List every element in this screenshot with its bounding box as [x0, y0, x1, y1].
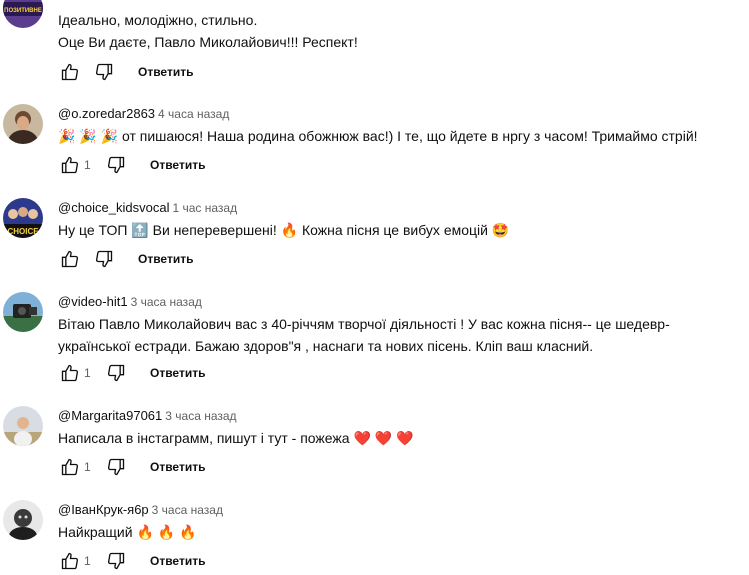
avatar[interactable]	[3, 104, 43, 144]
avatar[interactable]: ПОЗИТИВНЕ	[3, 0, 43, 28]
heart-icon: ❤️	[374, 431, 393, 447]
avatar-text: ПОЗИТИВНЕ	[4, 8, 42, 14]
comment-line: Оце Ви даєте, Павло Миколайович!!! Респе…	[58, 34, 358, 50]
fire-icon: 🔥	[280, 223, 299, 239]
comment-body: Ну це ТОП	[58, 222, 128, 238]
comment-text: Ідеально, молодіжно, стильно. Оце Ви дає…	[58, 9, 358, 53]
comment-actions: 1 Ответить	[58, 361, 205, 385]
comment-text: Найкращий 🔥 🔥 🔥	[58, 521, 197, 544]
reply-button[interactable]: Ответить	[150, 554, 205, 568]
reply-button[interactable]: Ответить	[138, 65, 193, 79]
reply-button[interactable]: Ответить	[150, 366, 205, 380]
author-name[interactable]: @Margarita97061	[58, 408, 162, 423]
avatar[interactable]	[3, 406, 43, 446]
comment-body: Найкращий	[58, 524, 133, 540]
comment-line: української естради. Бажаю здоров"я , на…	[58, 338, 594, 354]
fire-icon: 🔥	[136, 525, 154, 541]
comment-meta: @video-hit1 3 часа назад	[58, 294, 202, 309]
party-icon: 🎉	[79, 129, 97, 145]
fire-icon: 🔥	[157, 525, 176, 541]
reply-button[interactable]: Ответить	[150, 460, 205, 474]
comment-meta: @ІванКрук-я6р 3 часа назад	[58, 502, 223, 517]
timestamp[interactable]: 1 час назад	[172, 201, 237, 215]
comment-text: 🎉 🎉 🎉 от пишаюся! Наша родина обожнюж ва…	[58, 125, 698, 148]
avatar[interactable]: CHOICE	[3, 198, 43, 238]
comment-body: Ви неперевершені!	[152, 222, 277, 238]
comment-body: Кожна пісня це вибух емоцій	[301, 222, 488, 238]
reply-button[interactable]: Ответить	[150, 158, 205, 172]
top-icon: 🔝	[131, 223, 149, 239]
thumbs-up-icon[interactable]	[58, 60, 82, 84]
thumbs-down-icon[interactable]	[92, 247, 116, 271]
comment-meta: @choice_kidsvocal 1 час назад	[58, 200, 237, 215]
heart-icon: ❤️	[396, 431, 414, 447]
like-count: 1	[84, 158, 91, 172]
party-icon: 🎉	[100, 129, 119, 145]
thumbs-down-icon[interactable]	[104, 549, 128, 573]
thumbs-down-icon[interactable]	[104, 361, 128, 385]
fire-icon: 🔥	[179, 525, 197, 541]
comment-line: Ідеально, молодіжно, стильно.	[58, 12, 258, 28]
thumbs-down-icon[interactable]	[92, 60, 116, 84]
avatar-text: CHOICE	[7, 227, 39, 236]
timestamp[interactable]: 3 часа назад	[131, 295, 202, 309]
comment-actions: 1 Ответить	[58, 455, 205, 479]
comment-body: от пишаюся! Наша родина обожнюж вас!) І …	[121, 128, 698, 144]
like-count: 1	[84, 554, 91, 568]
thumbs-up-icon[interactable]	[58, 549, 82, 573]
heart-icon: ❤️	[353, 431, 371, 447]
comment-text: Написала в інстаграмм, пишут і тут - пож…	[58, 427, 414, 450]
thumbs-down-icon[interactable]	[104, 455, 128, 479]
reply-button[interactable]: Ответить	[138, 252, 193, 266]
thumbs-down-icon[interactable]	[104, 153, 128, 177]
comment-actions: Ответить	[58, 60, 193, 84]
party-icon: 🎉	[58, 129, 76, 145]
comment-actions: Ответить	[58, 247, 193, 271]
comment-line: Вітаю Павло Миколайович вас з 40-річчям …	[58, 316, 670, 332]
timestamp[interactable]: 3 часа назад	[165, 409, 236, 423]
timestamp[interactable]: 3 часа назад	[152, 503, 223, 517]
thumbs-up-icon[interactable]	[58, 153, 82, 177]
like-count: 1	[84, 460, 91, 474]
thumbs-up-icon[interactable]	[58, 455, 82, 479]
author-name[interactable]: @video-hit1	[58, 294, 128, 309]
star-struck-icon: 🤩	[491, 223, 510, 239]
author-name[interactable]: @ІванКрук-я6р	[58, 502, 149, 517]
thumbs-up-icon[interactable]	[58, 361, 82, 385]
comment-meta: @Margarita97061 3 часа назад	[58, 408, 237, 423]
like-count: 1	[84, 366, 91, 380]
comment-body: Написала в інстаграмм, пишут і тут - пож…	[58, 430, 350, 446]
timestamp[interactable]: 4 часа назад	[158, 107, 229, 121]
comment-text: Ну це ТОП 🔝 Ви неперевершені! 🔥 Кожна пі…	[58, 219, 509, 242]
comment-actions: 1 Ответить	[58, 153, 205, 177]
comment-meta: @o.zoredar2863 4 часа назад	[58, 106, 229, 121]
author-name[interactable]: @o.zoredar2863	[58, 106, 155, 121]
avatar[interactable]	[3, 292, 43, 332]
avatar[interactable]	[3, 500, 43, 540]
author-name[interactable]: @choice_kidsvocal	[58, 200, 169, 215]
comment-actions: 1 Ответить	[58, 549, 205, 573]
thumbs-up-icon[interactable]	[58, 247, 82, 271]
comment-text: Вітаю Павло Миколайович вас з 40-річчям …	[58, 313, 670, 357]
